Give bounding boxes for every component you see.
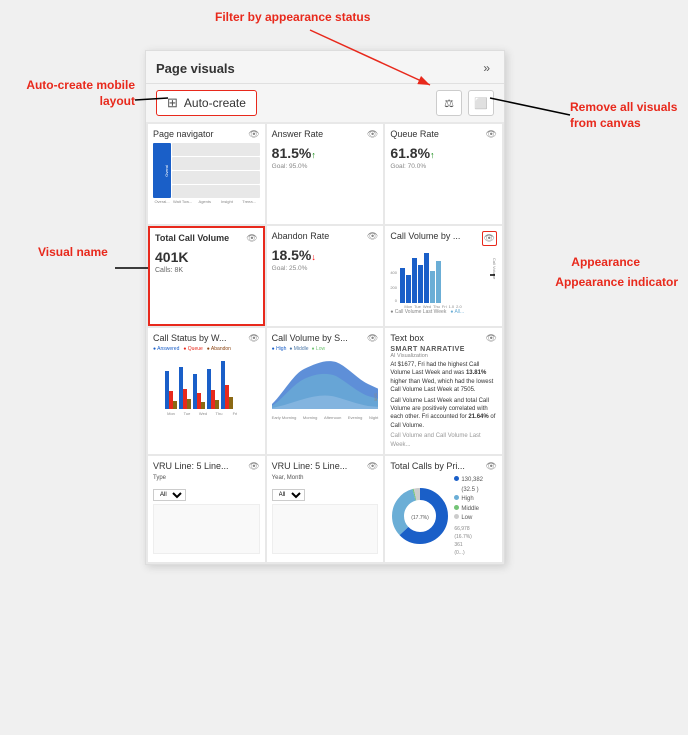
visual-name-text-box: Text box [390,333,483,344]
total-call-volume-sub: Calls: 8K [155,267,258,274]
donut-container: (17.7%) 130,382 (32.5 ) High Middle Low … [390,476,497,557]
eye-icon-total-calls-by-pri[interactable]: 👁 [486,461,497,472]
visual-card-vru-line-2[interactable]: VRU Line: 5 Line... 👁 Year, Month All [267,456,384,562]
eye-icon-call-volume-by[interactable]: 👁 [482,231,497,246]
visual-card-text-box[interactable]: Text box 👁 SMART NARRATIVE AI Visualizat… [385,328,502,454]
panel-header: Page visuals » [146,51,504,84]
visual-card-total-call-volume[interactable]: Total Call Volume 👁 401K Calls: 8K [148,226,265,326]
visual-card-header: Answer Rate 👁 [272,129,379,140]
abandon-rate-stat: 18.5%↓ [272,247,316,263]
visual-name-call-volume-by-s: Call Volume by S... [272,333,365,344]
panel-collapse-button[interactable]: » [479,59,494,77]
eye-icon-page-navigator[interactable]: 👁 [248,129,259,140]
filter-year-month-row: Year, Month [272,475,379,481]
visual-card-header: Text box 👁 [390,333,497,344]
auto-create-bar: ⊞ Auto-create ⚖ ⬜ [146,84,504,122]
annotation-appearance: Appearance [571,255,640,271]
visual-card-answer-rate[interactable]: Answer Rate 👁 81.5%↑ Goal: 95.0% [267,124,384,224]
filter-type-select[interactable]: All [153,489,186,501]
auto-create-label: Auto-create [184,96,246,110]
visual-card-header: Total Call Volume 👁 [155,233,258,244]
remove-visuals-button[interactable]: ⬜ [468,90,494,116]
visual-card-abandon-rate[interactable]: Abandon Rate 👁 18.5%↓ Goal: 25.0% [267,226,384,326]
visual-name-total-calls-by-pri: Total Calls by Pri... [390,461,483,472]
eye-icon-call-volume-by-s[interactable]: 👁 [367,333,378,344]
filter-icon: ⚖ [444,97,454,110]
svg-text:(17.7%): (17.7%) [412,515,430,521]
visual-name-total-call-volume: Total Call Volume [155,233,244,244]
answer-rate-goal: Goal: 95.0% [272,163,379,170]
annotation-visual-name: Visual name [38,245,108,261]
visual-card-call-status[interactable]: Call Status by W... 👁 ● Answered ● Queue… [148,328,265,454]
toolbar-right: ⚖ ⬜ [436,90,494,116]
visual-card-header: Page navigator 👁 [153,129,260,140]
visual-card-call-volume-by-s[interactable]: Call Volume by S... 👁 ● High ● Middle ● … [267,328,384,454]
eye-icon-call-status[interactable]: 👁 [248,333,259,344]
eraser-icon: ⬜ [474,97,488,110]
eye-icon-vru-line-2[interactable]: 👁 [367,461,378,472]
visual-name-answer-rate: Answer Rate [272,129,365,140]
visuals-grid: Page navigator 👁 Overal Overal... Wait T… [146,122,504,564]
visual-card-header: Call Volume by ... 👁 [390,231,497,246]
eye-icon-queue-rate[interactable]: 👁 [486,129,497,140]
abandon-rate-goal: Goal: 25.0% [272,265,379,272]
text-box-body3: Call Volume and Call Volume Last Week... [390,432,497,449]
annotation-filter-by-appearance: Filter by appearance status [215,10,370,26]
auto-create-button[interactable]: ⊞ Auto-create [156,90,257,116]
text-box-body: At $1677, Fri had the highest Call Volum… [390,361,497,395]
visual-card-header: VRU Line: 5 Line... 👁 [272,461,379,472]
visual-card-queue-rate[interactable]: Queue Rate 👁 61.8%↑ Goal: 70.0% [385,124,502,224]
visual-name-abandon-rate: Abandon Rate [272,231,365,242]
visual-name-call-volume-by: Call Volume by ... [390,231,479,242]
annotation-remove-visuals: Remove all visuals from canvas [570,100,680,131]
text-box-title: SMART NARRATIVE [390,346,497,353]
annotation-appearance-indicator: Appearance indicator [555,275,678,291]
text-box-body2: Call Volume Last Week and total Call Vol… [390,397,497,431]
eye-icon-total-call-volume[interactable]: 👁 [246,233,257,244]
visual-name-queue-rate: Queue Rate [390,129,483,140]
filter-year-month-select[interactable]: All [272,489,305,501]
filter-type-row: Type [153,475,260,481]
visual-card-total-calls-by-pri[interactable]: Total Calls by Pri... 👁 (17.7%) [385,456,502,562]
total-call-volume-stat: 401K [155,249,188,265]
visual-card-header: VRU Line: 5 Line... 👁 [153,461,260,472]
grid-layout-icon: ⊞ [167,95,178,111]
visual-name-vru-line-2: VRU Line: 5 Line... [272,461,365,472]
eye-icon-answer-rate[interactable]: 👁 [367,129,378,140]
visual-card-header: Total Calls by Pri... 👁 [390,461,497,472]
panel-title: Page visuals [156,61,235,76]
visual-card-vru-line-1[interactable]: VRU Line: 5 Line... 👁 Type All [148,456,265,562]
eye-icon-text-box[interactable]: 👁 [486,333,497,344]
queue-rate-goal: Goal: 70.0% [390,163,497,170]
eye-icon-vru-line-1[interactable]: 👁 [248,461,259,472]
visual-name-vru-line-1: VRU Line: 5 Line... [153,461,246,472]
queue-rate-stat: 61.8%↑ [390,145,434,161]
page-visuals-panel: Page visuals » ⊞ Auto-create ⚖ ⬜ Page na… [145,50,505,565]
annotation-auto-create-mobile: Auto-create mobile layout [5,78,135,109]
filter-appearance-button[interactable]: ⚖ [436,90,462,116]
visual-card-header: Call Status by W... 👁 [153,333,260,344]
visual-name-call-status: Call Status by W... [153,333,246,344]
visual-card-call-volume-by[interactable]: Call Volume by ... 👁 400 200 0 [385,226,502,326]
visual-card-header: Queue Rate 👁 [390,129,497,140]
eye-icon-abandon-rate[interactable]: 👁 [367,231,378,242]
answer-rate-stat: 81.5%↑ [272,145,316,161]
visual-card-header: Abandon Rate 👁 [272,231,379,242]
visual-name-page-navigator: Page navigator [153,129,246,140]
donut-legend: 130,382 (32.5 ) High Middle Low 66,978 (… [454,476,483,557]
visual-card-header: Call Volume by S... 👁 [272,333,379,344]
visual-card-page-navigator[interactable]: Page navigator 👁 Overal Overal... Wait T… [148,124,265,224]
